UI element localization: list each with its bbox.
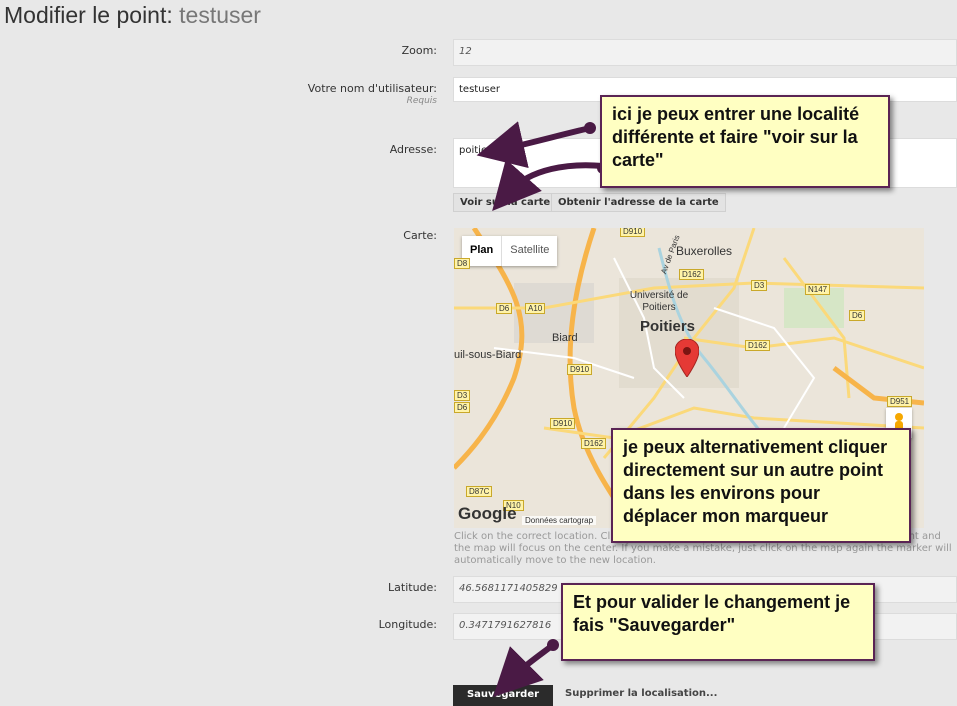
annotation-address-note: ici je peux entrer une localité différen…	[600, 95, 890, 188]
annotation-save-note: Et pour valider le changement je fais "S…	[561, 583, 875, 661]
annotation-map-note: je peux alternativement cliquer directem…	[611, 428, 911, 543]
